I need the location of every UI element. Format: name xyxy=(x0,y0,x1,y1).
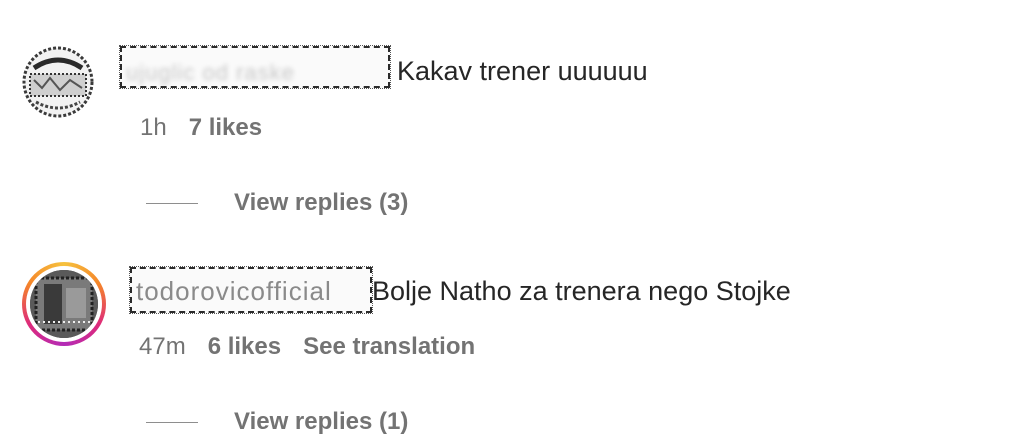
replies-divider xyxy=(146,202,198,204)
comment-time: 1h xyxy=(140,114,167,141)
comment-text: Kakav trener uuuuuu xyxy=(397,56,648,86)
view-replies-label: View replies (1) xyxy=(234,408,409,435)
likes-count[interactable]: 6 likes xyxy=(208,333,281,360)
username-link[interactable]: todorovicofficial xyxy=(129,266,373,314)
username-text: ujuglic od raske xyxy=(126,60,295,85)
avatar-story-ring-icon[interactable] xyxy=(22,262,106,346)
avatar xyxy=(30,270,98,338)
comment-time: 47m xyxy=(139,333,186,360)
avatar-stamp-icon[interactable] xyxy=(20,44,96,120)
username-text: todorovicofficial xyxy=(136,276,332,306)
username-link[interactable]: ujuglic od raske xyxy=(119,45,391,89)
likes-count[interactable]: 7 likes xyxy=(189,114,262,141)
comment-text: Bolje Natho za trenera nego Stojke xyxy=(372,276,791,306)
comment-meta: 1h 7 likes xyxy=(140,114,262,142)
comment-meta: 47m 6 likes See translation xyxy=(139,333,475,361)
view-replies-button[interactable]: View replies (1) xyxy=(146,408,408,436)
replies-divider xyxy=(146,421,198,423)
avatar-ring-gap xyxy=(26,266,102,342)
view-replies-button[interactable]: View replies (3) xyxy=(146,189,408,217)
view-replies-label: View replies (3) xyxy=(234,189,409,216)
see-translation-button[interactable]: See translation xyxy=(303,333,475,360)
